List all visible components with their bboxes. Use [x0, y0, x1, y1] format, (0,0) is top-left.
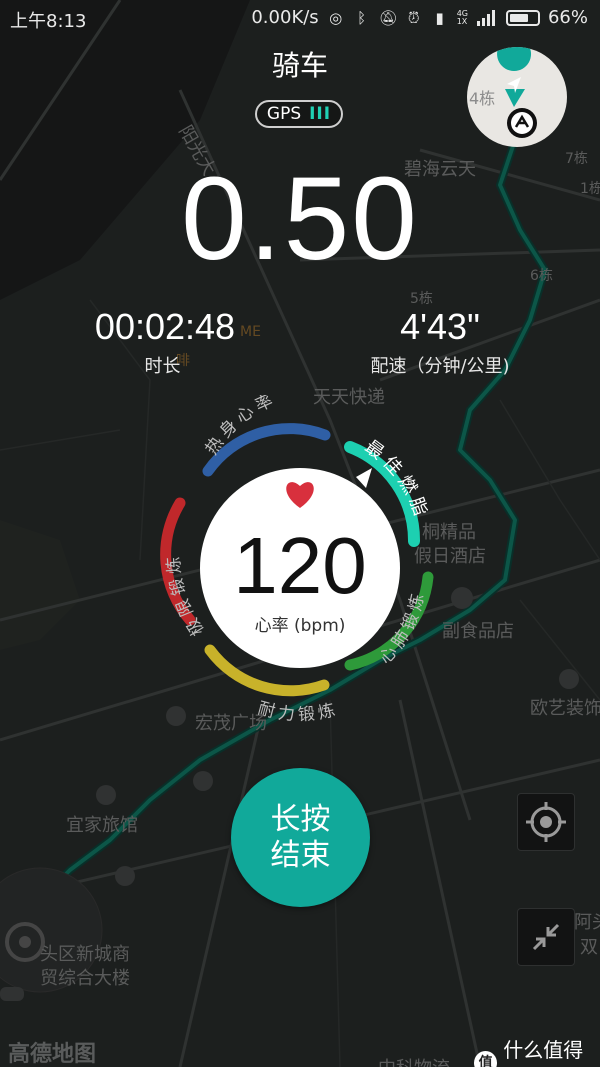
- locate-button[interactable]: [517, 793, 575, 851]
- battery-level: 66%: [547, 7, 588, 28]
- long-press-end-button[interactable]: 长按 结束: [231, 768, 370, 907]
- gps-signal-icon: III: [309, 104, 332, 124]
- heart-rate-value: 120: [233, 521, 367, 610]
- cycling-screen: 碧海云天 7栋 6栋 5栋 1栋 天天快递 桐精品 假日酒店 副食品店 欧艺装饰…: [0, 0, 600, 1067]
- distance-value: 0.50: [181, 153, 419, 285]
- battery-icon: [505, 9, 540, 26]
- location-avatar[interactable]: 4栋: [467, 47, 567, 147]
- network-type-1x: 1X: [456, 16, 468, 26]
- status-time: 上午8:13: [10, 11, 87, 32]
- network-type: 4G 1X: [456, 9, 468, 26]
- pace-label: 配速（分钟/公里): [370, 356, 510, 377]
- heart-icon: [286, 482, 314, 508]
- end-button-line1: 长按: [270, 801, 331, 837]
- watermark-text: 什么值得买: [503, 1038, 584, 1062]
- hotspot-icon: ◎: [329, 8, 343, 27]
- duration-value: 00:02:48: [94, 306, 236, 347]
- collapse-map-button[interactable]: [517, 908, 575, 966]
- navigation-icon: [497, 47, 537, 138]
- alarm-icon: ⏰︎: [407, 8, 420, 27]
- pace-value: 4'43": [400, 306, 480, 347]
- duration-label: 时长: [144, 356, 181, 377]
- locate-icon: [526, 802, 566, 842]
- gps-label: GPS: [266, 104, 302, 124]
- network-speed: 0.00K/s: [251, 7, 319, 28]
- mute-icon: 🔕︎: [378, 8, 398, 27]
- gps-indicator: GPS III: [255, 100, 343, 128]
- signal-icon: ▮: [435, 8, 444, 27]
- watermark-badge-icon: 值: [474, 1051, 498, 1067]
- status-bar: 上午8:13 0.00K/s ◎ ᛒ 🔕︎ ⏰︎ ▮ 4G 1X 66%: [0, 0, 600, 34]
- bluetooth-icon: ᛒ: [357, 8, 367, 27]
- endurance-zone-label: 耐力锻炼: [256, 698, 341, 725]
- heart-rate-label: 心率 (bpm): [254, 616, 346, 636]
- watermark: 值 什么值得买: [474, 1034, 600, 1067]
- cell-signal-icon: [476, 9, 495, 26]
- end-button-line2: 结束: [270, 837, 331, 873]
- status-icons: 0.00K/s ◎ ᛒ 🔕︎ ⏰︎ ▮ 4G 1X 66%: [251, 7, 588, 28]
- map-provider-logo: 高德地图: [8, 1042, 97, 1067]
- collapse-icon: [532, 923, 560, 951]
